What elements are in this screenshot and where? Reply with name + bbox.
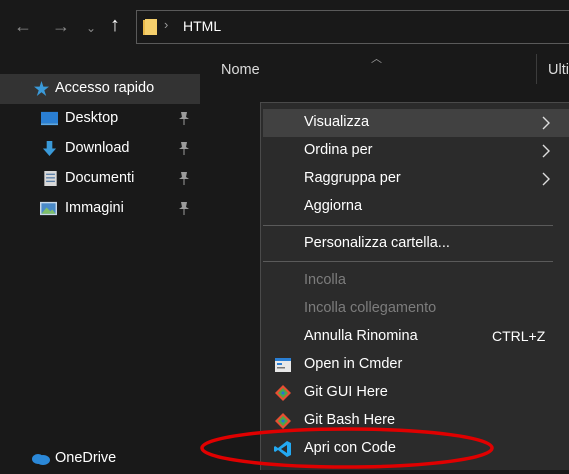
onedrive-icon bbox=[32, 454, 50, 465]
sidebar-item-download[interactable]: Download bbox=[0, 134, 200, 164]
pin-icon[interactable] bbox=[178, 141, 190, 155]
sidebar-item-label: OneDrive bbox=[55, 450, 117, 466]
pin-icon[interactable] bbox=[178, 111, 190, 125]
documents-icon bbox=[44, 171, 57, 186]
menu-item-raggruppa-per[interactable]: Raggruppa per bbox=[263, 165, 569, 193]
sidebar-item-documenti[interactable]: Documenti bbox=[0, 164, 200, 194]
folder-icon bbox=[143, 19, 157, 35]
sidebar-item-label: Immagini bbox=[65, 200, 124, 216]
chevron-right-icon bbox=[542, 172, 550, 186]
download-icon bbox=[42, 141, 57, 156]
column-header-ultima-modifica[interactable]: Ulti bbox=[548, 62, 569, 78]
menu-item-label: Raggruppa per bbox=[304, 170, 401, 186]
sidebar-item-label: Download bbox=[65, 140, 130, 156]
annotation-circle bbox=[200, 427, 494, 469]
git-icon bbox=[275, 385, 291, 401]
context-menu: Visualizza Ordina per Raggruppa per Aggi… bbox=[260, 102, 569, 470]
menu-item-open-in-cmder[interactable]: Open in Cmder bbox=[263, 351, 569, 379]
cmder-icon bbox=[275, 358, 291, 372]
navigation-pane: Accesso rapido Desktop Download Document… bbox=[0, 54, 200, 470]
forward-arrow-icon[interactable]: → bbox=[52, 17, 70, 35]
back-arrow-icon[interactable]: ← bbox=[14, 17, 32, 35]
menu-item-git-gui-here[interactable]: Git GUI Here bbox=[263, 379, 569, 407]
chevron-right-icon bbox=[542, 144, 550, 158]
menu-item-personalizza-cartella[interactable]: Personalizza cartella... bbox=[263, 230, 569, 258]
sidebar-item-immagini[interactable]: Immagini bbox=[0, 194, 200, 224]
breadcrumb-current[interactable]: HTML bbox=[183, 18, 221, 34]
menu-item-label: Personalizza cartella... bbox=[304, 235, 450, 251]
desktop-icon bbox=[41, 111, 58, 126]
column-header-nome[interactable]: Nome bbox=[221, 62, 260, 78]
menu-item-label: Ordina per bbox=[304, 142, 373, 158]
menu-item-label: Git GUI Here bbox=[304, 384, 388, 400]
menu-item-incolla-collegamento: Incolla collegamento bbox=[263, 295, 569, 323]
pin-icon[interactable] bbox=[178, 201, 190, 215]
menu-item-label: Open in Cmder bbox=[304, 356, 403, 372]
sidebar-item-desktop[interactable]: Desktop bbox=[0, 104, 200, 134]
menu-item-label: Incolla bbox=[304, 272, 346, 288]
menu-item-label: Annulla Rinomina bbox=[304, 328, 418, 344]
menu-separator bbox=[263, 225, 553, 226]
column-divider[interactable] bbox=[536, 54, 537, 84]
menu-item-label: Visualizza bbox=[304, 114, 370, 130]
pictures-icon bbox=[40, 201, 57, 216]
sort-ascending-icon: ︿ bbox=[371, 53, 382, 65]
menu-item-shortcut: CTRL+Z bbox=[492, 328, 546, 344]
menu-item-label: Aggiorna bbox=[304, 198, 363, 214]
up-arrow-icon[interactable]: ↑ bbox=[110, 15, 120, 35]
menu-separator bbox=[263, 261, 553, 262]
menu-item-annulla-rinomina[interactable]: Annulla Rinomina CTRL+Z bbox=[263, 323, 569, 351]
star-icon bbox=[34, 81, 49, 96]
sidebar-item-label: Desktop bbox=[65, 110, 119, 126]
address-bar[interactable]: › HTML bbox=[136, 10, 569, 44]
menu-item-ordina-per[interactable]: Ordina per bbox=[263, 137, 569, 165]
menu-item-visualizza[interactable]: Visualizza bbox=[263, 109, 569, 137]
chevron-down-icon[interactable]: ⌄ bbox=[86, 19, 96, 37]
toolbar: ← → ⌄ ↑ › HTML bbox=[0, 0, 569, 54]
sidebar-item-accesso-rapido[interactable]: Accesso rapido bbox=[0, 74, 200, 104]
menu-item-incolla: Incolla bbox=[263, 267, 569, 295]
sidebar-item-label: Documenti bbox=[65, 170, 135, 186]
chevron-right-icon bbox=[542, 116, 550, 130]
pin-icon[interactable] bbox=[178, 171, 190, 185]
menu-item-aggiorna[interactable]: Aggiorna bbox=[263, 193, 569, 221]
breadcrumb-chevron-icon: › bbox=[164, 17, 169, 32]
sidebar-item-label: Accesso rapido bbox=[55, 80, 155, 96]
menu-item-label: Incolla collegamento bbox=[304, 300, 437, 316]
